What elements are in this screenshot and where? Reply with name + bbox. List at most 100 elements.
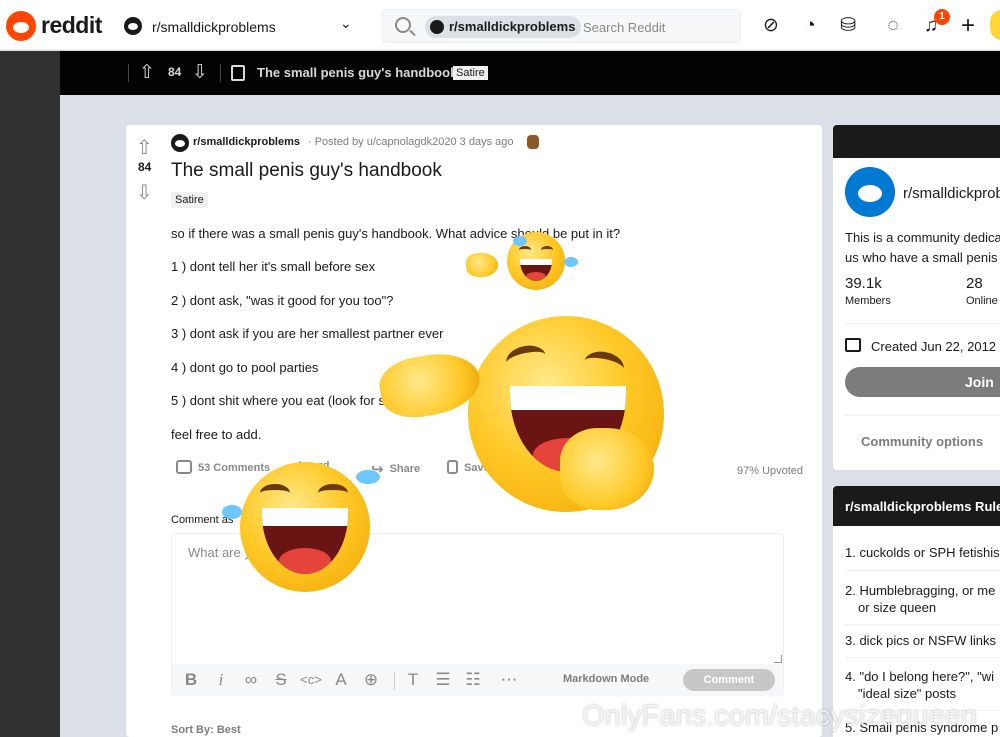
share-label: Share (389, 463, 421, 475)
created-date: Created Jun 22, 2012 (871, 339, 997, 354)
downvote-arrow-icon[interactable]: ⇩ (192, 61, 208, 84)
join-button[interactable]: Join (845, 367, 1000, 397)
plus-icon[interactable]: + (957, 14, 979, 38)
search-input[interactable]: Search Reddit (583, 20, 665, 35)
coins-icon[interactable]: ⛁ (837, 15, 859, 37)
rule-item[interactable]: 3. dick pics or NSFW links (845, 632, 996, 649)
downvote-arrow-icon[interactable]: ⇩ (136, 180, 153, 205)
popular-icon[interactable]: ⊘ (760, 15, 782, 37)
community-description: This is a community dedicated to us who … (845, 230, 1000, 265)
emoji-mouth (520, 259, 552, 281)
bookmark-icon (447, 460, 458, 474)
tear-icon (564, 257, 578, 267)
emoji-eye (519, 246, 531, 254)
search-bar[interactable]: r/smalldickproblems Search Reddit (382, 9, 741, 43)
upvote-arrow-icon[interactable]: ⇧ (139, 61, 159, 83)
heading-icon[interactable]: T (402, 670, 424, 690)
subreddit-selector[interactable]: r/smalldickproblems (152, 19, 276, 35)
online-count: 28 (966, 275, 983, 292)
rules-title: r/smalldickproblems Rules (845, 499, 1000, 514)
resize-handle[interactable] (774, 655, 782, 663)
subreddit-icon[interactable] (171, 134, 189, 152)
pointing-hand-icon (466, 253, 498, 277)
divider (845, 570, 1000, 571)
watermark: OnlyFans.com/stacysizequeen (582, 700, 977, 732)
tear-icon (356, 470, 380, 484)
divider (394, 672, 395, 690)
divider (845, 624, 1000, 625)
spoiler-icon[interactable]: ⊕ (360, 670, 382, 690)
emoji-mouth (262, 508, 348, 574)
about-card-header (833, 125, 1000, 158)
divider (220, 64, 221, 82)
emoji-eye (318, 484, 348, 502)
search-scope-chip[interactable]: r/smalldickproblems (425, 16, 582, 38)
emoji-eye (260, 484, 290, 502)
italic-icon[interactable]: i (210, 670, 232, 690)
rule-item[interactable]: 2. Humblebragging, or me (845, 582, 995, 599)
avatar[interactable] (990, 10, 1000, 40)
post-subreddit-link[interactable]: r/smalldickproblems (193, 136, 300, 148)
members-label: Members (845, 295, 891, 307)
notification-badge: 1 (934, 9, 950, 25)
divider (845, 657, 1000, 658)
more-options-icon[interactable]: ⋯ (498, 670, 520, 690)
comments-button[interactable]: 53 Comments (176, 460, 270, 474)
rule-item-continued: or size queen (858, 600, 937, 615)
emoji-eye (541, 246, 553, 254)
sidebar-subreddit-name[interactable]: r/smalldickproblems (903, 185, 1000, 202)
strikethrough-icon[interactable]: S (270, 670, 292, 690)
laughing-emoji-medium (240, 462, 370, 592)
post-header-bar: ⇧ 84 ⇩ The small penis guy's handbook Sa… (60, 51, 1000, 95)
post-body-line: 1 ) dont tell her it's small before sex (171, 259, 376, 274)
stats-icon[interactable]: ◔ (799, 15, 821, 37)
chat-icon[interactable]: ◌ (882, 15, 904, 37)
upvote-ratio: 97% Upvoted (737, 465, 804, 477)
bold-icon[interactable]: B (180, 670, 202, 690)
post-body-line: 2 ) dont ask, "was it good for you too"? (171, 293, 394, 308)
link-icon[interactable]: ∞ (240, 670, 262, 690)
post-body-line: 4 ) dont go to pool parties (171, 360, 319, 375)
post-body-line: feel free to add. (171, 427, 262, 442)
post-bar-title: The small penis guy's handbook (257, 65, 458, 80)
superscript-icon[interactable]: A (330, 670, 352, 690)
comments-label: 53 Comments (198, 462, 271, 474)
sort-by-dropdown[interactable]: Sort By: Best (171, 724, 241, 736)
comment-icon (176, 460, 192, 474)
hand-icon (560, 428, 654, 510)
community-options-button[interactable]: Community options (861, 434, 983, 449)
post-byline[interactable]: · Posted by u/capnolagdk2020 3 days ago (308, 136, 513, 148)
top-nav: reddit r/smalldickproblems ⌄ r/smalldick… (0, 0, 1000, 50)
cake-icon (845, 338, 861, 352)
vote-count: 84 (138, 160, 152, 174)
markdown-mode-button[interactable]: Markdown Mode (563, 673, 649, 685)
subreddit-icon (845, 167, 895, 217)
rule-item[interactable]: 4. "do I belong here?", "wi (845, 668, 994, 685)
bulleted-list-icon[interactable]: ☰ (432, 670, 454, 690)
rule-item[interactable]: 1. cuckolds or SPH fetishists (845, 544, 1000, 561)
reddit-wordmark[interactable]: reddit (41, 12, 102, 39)
comment-toolbar: B i ∞ S <c> A ⊕ T ☰ ☷ ⋯ Markdown Mode Co… (172, 664, 783, 696)
divider (845, 415, 1000, 416)
inline-code-icon[interactable]: <c> (300, 672, 322, 687)
post-icon (231, 65, 245, 81)
search-icon (395, 17, 411, 33)
tear-icon (513, 236, 527, 246)
post-title[interactable]: The small penis guy's handbook (171, 160, 442, 182)
post-flair[interactable]: Satire (171, 192, 208, 208)
chevron-down-icon[interactable]: ⌄ (340, 15, 352, 32)
members-count: 39.1k (845, 275, 882, 292)
about-community-card: r/smalldickproblems This is a community … (833, 125, 1000, 470)
divider (128, 64, 129, 82)
numbered-list-icon[interactable]: ☷ (462, 670, 484, 690)
online-label: Online (966, 295, 998, 307)
upvote-arrow-icon[interactable]: ⇧ (136, 135, 153, 160)
left-strip (0, 51, 60, 737)
search-scope-label: r/smalldickproblems (449, 19, 576, 34)
emoji-eye (581, 348, 627, 382)
comment-submit-button[interactable]: Comment (683, 669, 775, 691)
reddit-logo-icon[interactable] (6, 11, 36, 41)
emoji-eye (503, 342, 549, 376)
subreddit-icon (430, 20, 444, 34)
post-body-line: 3 ) dont ask if you are her smallest par… (171, 326, 444, 341)
